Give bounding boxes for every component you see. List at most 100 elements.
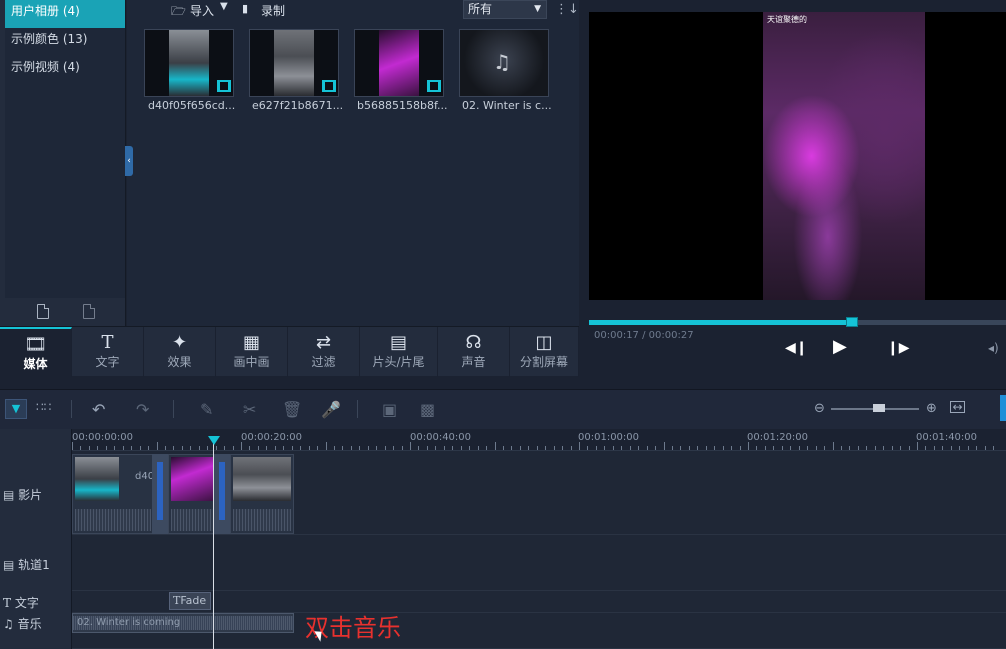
toolbar-separator (357, 400, 358, 418)
ruler-tick (942, 446, 944, 450)
tab-label: 声音 (461, 355, 486, 369)
zoom-out-icon[interactable]: ⊖ (814, 401, 825, 416)
seek-handle[interactable] (845, 317, 858, 327)
tab-split-screen[interactable]: ◫ 分割屏幕 (510, 327, 579, 377)
media-thumb[interactable] (249, 29, 339, 97)
ruler-tick (114, 446, 116, 450)
tab-sound[interactable]: ☊ 声音 (438, 327, 510, 377)
next-frame-icon[interactable]: ❙▶ (887, 340, 910, 356)
scroll-indicator[interactable] (1000, 395, 1006, 421)
toolbar-separator (71, 400, 72, 418)
chevron-down-icon: ▼ (534, 4, 541, 14)
fit-timeline-icon[interactable]: ↔ (950, 401, 965, 413)
ruler-tick (232, 446, 234, 450)
ruler-tick (857, 446, 859, 450)
redo-icon[interactable]: ↷ (136, 400, 149, 419)
microphone-icon[interactable]: 🎤 (321, 400, 341, 419)
playhead-line[interactable] (213, 439, 214, 649)
remove-album-icon[interactable] (83, 304, 95, 319)
transition-marker[interactable] (152, 454, 168, 534)
album-item-sample-colors[interactable]: 示例颜色 (13) (5, 28, 125, 56)
storyboard-view-icon[interactable]: ∷∷ (36, 400, 51, 414)
music-clip-label: 02. Winter is coming (77, 617, 181, 628)
record-button[interactable]: 录制 (261, 2, 285, 19)
ruler-tick (257, 446, 259, 450)
zoom-handle[interactable] (873, 404, 885, 412)
tab-effects[interactable]: ✦ 效果 (144, 327, 216, 377)
playhead-handle[interactable] (208, 436, 220, 445)
ruler-tick (764, 446, 766, 450)
film-icon: ▤ (3, 488, 19, 502)
chevron-down-icon[interactable]: ▼ (220, 1, 228, 12)
tab-intro-outro[interactable]: ▤ 片头/片尾 (360, 327, 438, 377)
media-thumb[interactable]: ♫ (459, 29, 549, 97)
tab-pip[interactable]: ▦ 画中画 (216, 327, 288, 377)
scissors-icon[interactable]: ✂ (243, 400, 256, 419)
import-button[interactable]: 导入 (190, 2, 214, 19)
media-thumb[interactable] (354, 29, 444, 97)
video-frame: 天谊聚德的 (763, 12, 925, 300)
album-panel: 用户相册 (4) 示例颜色 (13) 示例视频 (4) (0, 0, 126, 326)
ruler-tick (562, 446, 564, 450)
media-thumb[interactable] (144, 29, 234, 97)
tab-label: 过滤 (311, 355, 336, 369)
tab-transitions[interactable]: ⇄ 过滤 (288, 327, 360, 377)
ruler-tick (874, 446, 876, 450)
timeline: ▤ 影片 ▤ 轨道1 T 文字 ♫ 音乐 00:00:00:00 00:00:2… (0, 429, 1006, 649)
ruler-tick (849, 446, 851, 450)
ruler-tick (638, 446, 640, 450)
tab-media[interactable]: 🎞 媒体 (0, 327, 72, 377)
ruler-tick (756, 446, 758, 450)
music-clip[interactable]: 02. Winter is coming (72, 613, 294, 633)
seek-progress (589, 320, 852, 325)
film-icon: 🎞 (24, 334, 47, 355)
ruler-tick (959, 446, 961, 450)
filter-select[interactable]: 所有 ▼ (463, 0, 547, 19)
ruler-tick (993, 446, 995, 450)
ruler-tick (604, 446, 606, 450)
ruler-tick (908, 446, 910, 450)
seek-bar[interactable] (589, 317, 1006, 327)
undo-icon[interactable]: ↶ (92, 400, 105, 419)
tab-text[interactable]: T 文字 (72, 327, 144, 377)
ruler-tick (494, 442, 496, 450)
album-footer (5, 298, 125, 326)
prev-frame-icon[interactable]: ◀❙ (785, 340, 808, 356)
album-item-sample-videos[interactable]: 示例视频 (4) (5, 56, 125, 84)
album-item-user[interactable]: 用户相册 (4) (5, 0, 125, 28)
volume-icon[interactable]: ◂) (988, 341, 999, 355)
media-name: b56885158b8f... (357, 99, 448, 112)
ruler-tick (198, 446, 200, 450)
ruler-tick (815, 446, 817, 450)
ruler-tick (410, 442, 411, 450)
video-clip[interactable] (230, 454, 294, 534)
crop-icon[interactable]: ▣ (382, 400, 397, 419)
ruler-label: 00:00:00:00 (72, 432, 134, 443)
ruler-tick (207, 446, 209, 450)
ruler-tick (139, 446, 141, 450)
settings-icon[interactable]: ▩ (420, 400, 435, 419)
clapper-icon: ▤ (389, 332, 407, 353)
ruler-tick (536, 446, 538, 450)
text-icon: T (101, 332, 114, 353)
text-clip[interactable]: TFade (169, 592, 211, 610)
edit-icon[interactable]: ✎ (200, 400, 213, 419)
timecode: 00:00:17 / 00:00:27 (594, 330, 694, 341)
trash-icon[interactable]: 🗑 (282, 400, 302, 419)
add-album-icon[interactable] (37, 304, 49, 319)
media-name: 02. Winter is c... (462, 99, 552, 112)
ruler-tick (866, 446, 868, 450)
timeline-view-icon[interactable]: ▼ (5, 399, 27, 419)
sort-icon[interactable]: ⋮↓ (555, 2, 579, 17)
media-library: 🗁 导入 ▼ ▮ 录制 所有 ▼ ⋮↓ d40f05f656cd... e627… (125, 0, 579, 326)
transition-icon: ⇄ (315, 332, 332, 353)
track-video: ▤ 影片 (3, 486, 42, 503)
transition-marker[interactable] (214, 454, 230, 534)
video-clip[interactable]: d40 (72, 454, 154, 534)
zoom-in-icon[interactable]: ⊕ (926, 401, 937, 416)
ruler-tick (832, 442, 834, 450)
ruler-tick (984, 446, 986, 450)
track-label: 音乐 (17, 617, 42, 631)
collapse-panel-button[interactable]: ‹ (125, 146, 133, 176)
play-icon[interactable]: ▶ (833, 336, 847, 357)
